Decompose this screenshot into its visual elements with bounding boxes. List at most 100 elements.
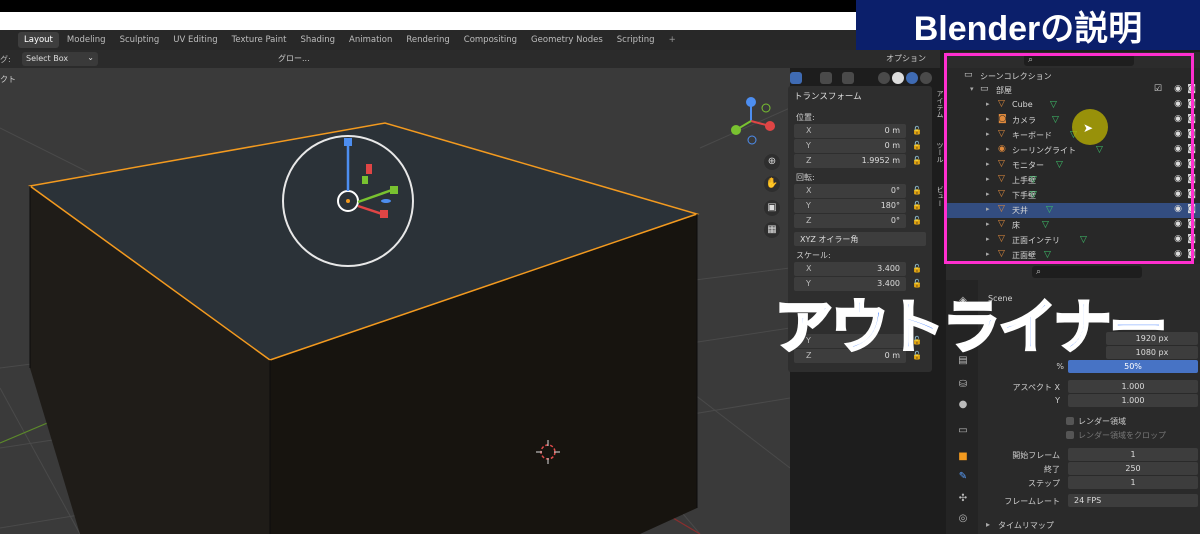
tab-sculpting[interactable]: Sculpting — [114, 32, 166, 48]
frame-start-field[interactable]: 1 — [1068, 448, 1198, 461]
time-remap-label: タイムリマップ — [998, 521, 1054, 530]
overlay-label-text: アウトライナー — [773, 294, 1169, 362]
top-banner-area — [0, 0, 856, 30]
chevron-down-icon: ⌄ — [87, 53, 94, 62]
tab-scripting[interactable]: Scripting — [611, 32, 661, 48]
tab-uv-editing[interactable]: UV Editing — [167, 32, 223, 48]
scale-label: スケール: — [796, 251, 831, 260]
collection-tab-icon[interactable]: ▭ — [956, 424, 970, 438]
tab-shading[interactable]: Shading — [294, 32, 341, 48]
object-icon[interactable]: ■ — [956, 450, 970, 464]
crop-region-checkbox[interactable]: レンダー領域をクロップ — [1066, 430, 1166, 441]
axis-label: Y — [806, 141, 811, 150]
axis-label: X — [806, 126, 812, 135]
tab-rendering[interactable]: Rendering — [400, 32, 455, 48]
physics-icon[interactable]: ◎ — [956, 512, 970, 526]
add-workspace-button[interactable]: + — [663, 32, 682, 48]
solid-shading-icon[interactable] — [892, 72, 904, 84]
frame-rate-dropdown[interactable]: 24 FPS — [1068, 494, 1198, 507]
expand-triangle-icon: ▸ — [986, 520, 991, 529]
select-mode-dropdown[interactable]: Select Box ⌄ — [22, 52, 98, 66]
tab-layout[interactable]: Layout — [18, 32, 59, 48]
frame-rate-row: フレームレート 24 FPS — [986, 494, 1198, 508]
outliner-overlay-label: アウトライナー — [750, 272, 1190, 372]
axis-value: 0 m — [884, 126, 900, 135]
top-black-strip — [0, 0, 856, 12]
navigation-gizmo[interactable] — [726, 96, 776, 146]
lock-icon[interactable]: 🔓 — [912, 141, 922, 150]
gizmo-toggle-icon[interactable] — [790, 72, 802, 84]
location-label: 位置: — [796, 113, 815, 122]
particles-icon[interactable]: ✣ — [956, 492, 970, 506]
workspace-tabs: Layout Modeling Sculpting UV Editing Texture… — [0, 30, 856, 50]
frame-step-label: ステップ — [1028, 479, 1060, 488]
zoom-icon[interactable]: ⊕ — [764, 154, 780, 170]
render-region-checkbox[interactable]: レンダー領域 — [1066, 416, 1126, 427]
rotation-label: 回転: — [796, 173, 815, 182]
location-x-field[interactable]: X 0 m — [794, 124, 906, 138]
checkbox-icon — [1066, 431, 1074, 439]
3d-viewport[interactable]: クト — [0, 68, 790, 534]
select-mode-label: Select Box — [26, 54, 69, 63]
location-z-field[interactable]: Z 1.9952 m — [794, 154, 906, 168]
lock-icon[interactable]: 🔓 — [912, 186, 922, 195]
rotation-mode-dropdown[interactable]: XYZ オイラー角 — [794, 232, 926, 246]
lock-icon[interactable]: 🔓 — [912, 216, 922, 225]
rotation-y-field[interactable]: Y 180° — [794, 199, 906, 213]
render-region-label: レンダー領域 — [1078, 417, 1126, 426]
view-layer-icon[interactable]: ⛁ — [956, 378, 970, 392]
time-remap-row[interactable]: ▸ タイムリマップ — [986, 518, 1186, 532]
hand-pan-icon[interactable]: ✋ — [764, 176, 780, 192]
checkbox-icon — [1066, 417, 1074, 425]
crop-region-label: レンダー領域をクロップ — [1078, 431, 1166, 440]
outliner-highlight-box — [944, 53, 1194, 264]
aspect-x-row: アスペクト X 1.000 — [986, 380, 1198, 394]
frame-rate-label: フレームレート — [1004, 497, 1060, 506]
frame-end-field[interactable]: 250 — [1068, 462, 1198, 475]
axis-label: Z — [806, 216, 812, 225]
ortho-grid-icon[interactable]: ▦ — [764, 222, 780, 238]
aspect-y-row: Y 1.000 — [986, 394, 1198, 408]
wrench-icon[interactable]: ✎ — [956, 470, 970, 484]
aspect-y-field[interactable]: 1.000 — [1068, 394, 1198, 407]
axis-label: Y — [806, 201, 811, 210]
frame-step-row: ステップ 1 — [986, 476, 1198, 490]
lock-icon[interactable]: 🔓 — [912, 201, 922, 210]
frame-start-row: 開始フレーム 1 — [986, 448, 1198, 462]
tab-animation[interactable]: Animation — [343, 32, 398, 48]
tab-texture-paint[interactable]: Texture Paint — [226, 32, 293, 48]
camera-view-icon[interactable]: ▣ — [764, 200, 780, 216]
viewport-header: グ: Select Box ⌄ グロー... オプション — [0, 50, 940, 68]
rotation-z-field[interactable]: Z 0° — [794, 214, 906, 228]
viewport-scene — [0, 107, 790, 534]
axis-value: 0° — [890, 186, 900, 195]
axis-value: 0° — [890, 216, 900, 225]
viewport-overlay-toolbar — [760, 68, 950, 88]
viewport-nav-buttons: ⊕ ✋ ▣ ▦ — [762, 150, 782, 240]
options-menu[interactable]: オプション — [886, 53, 926, 64]
world-icon[interactable]: ● — [956, 398, 970, 412]
xray-icon[interactable] — [842, 72, 854, 84]
aspect-x-field[interactable]: 1.000 — [1068, 380, 1198, 393]
brand-caption: Blenderの説明 — [913, 9, 1143, 48]
wireframe-shading-icon[interactable] — [878, 72, 890, 84]
axis-value: 1.9952 m — [861, 156, 900, 165]
axis-value: 180° — [880, 201, 900, 210]
axis-label: X — [806, 186, 812, 195]
rendered-shading-icon[interactable] — [920, 72, 932, 84]
transform-panel-title: トランスフォーム — [794, 92, 862, 102]
overlay-icon[interactable] — [820, 72, 832, 84]
axis-value: 0 m — [884, 141, 900, 150]
lock-icon[interactable]: 🔓 — [912, 126, 922, 135]
material-shading-icon[interactable] — [906, 72, 918, 84]
frame-step-field[interactable]: 1 — [1068, 476, 1198, 489]
rotation-x-field[interactable]: X 0° — [794, 184, 906, 198]
tab-compositing[interactable]: Compositing — [458, 32, 523, 48]
tab-modeling[interactable]: Modeling — [61, 32, 112, 48]
lock-icon[interactable]: 🔓 — [912, 156, 922, 165]
transform-orientation[interactable]: グロー... — [278, 53, 310, 64]
rotation-mode-label: XYZ オイラー角 — [800, 235, 859, 244]
tab-geometry-nodes[interactable]: Geometry Nodes — [525, 32, 609, 48]
location-y-field[interactable]: Y 0 m — [794, 139, 906, 153]
mouse-pointer-icon: ➤ — [1083, 121, 1094, 135]
